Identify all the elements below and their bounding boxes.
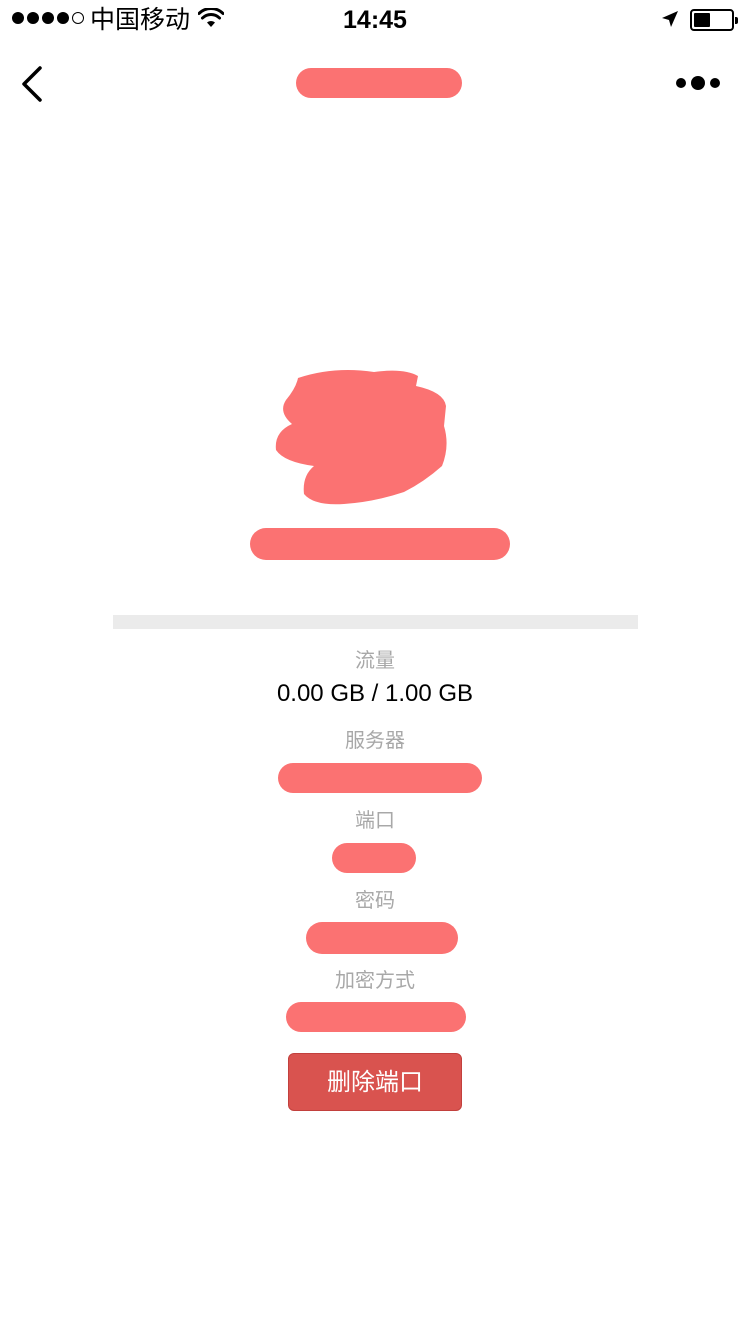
back-chevron-icon[interactable] (18, 64, 48, 104)
redacted-password-value (306, 922, 458, 954)
password-label: 密码 (355, 888, 395, 912)
encryption-label: 加密方式 (335, 968, 415, 992)
redacted-encryption-value (286, 1002, 466, 1032)
battery-icon (690, 9, 738, 31)
traffic-usage-bar (113, 615, 638, 629)
traffic-label: 流量 (355, 648, 395, 672)
redacted-qr-code (275, 370, 447, 505)
redacted-port-value (332, 843, 416, 873)
status-bar: 中国移动 14:45 (0, 0, 750, 40)
location-arrow-icon (662, 11, 678, 27)
port-label: 端口 (355, 808, 395, 832)
page-title (296, 68, 462, 98)
traffic-value: 0.00 GB / 1.00 GB (276, 680, 474, 707)
redacted-server-value (278, 763, 482, 793)
server-label: 服务器 (345, 728, 405, 752)
delete-port-button[interactable]: 删除端口 (288, 1053, 462, 1111)
status-time: 14:45 (343, 6, 407, 34)
more-options-icon[interactable] (676, 76, 720, 90)
redacted-account-name (250, 528, 510, 560)
